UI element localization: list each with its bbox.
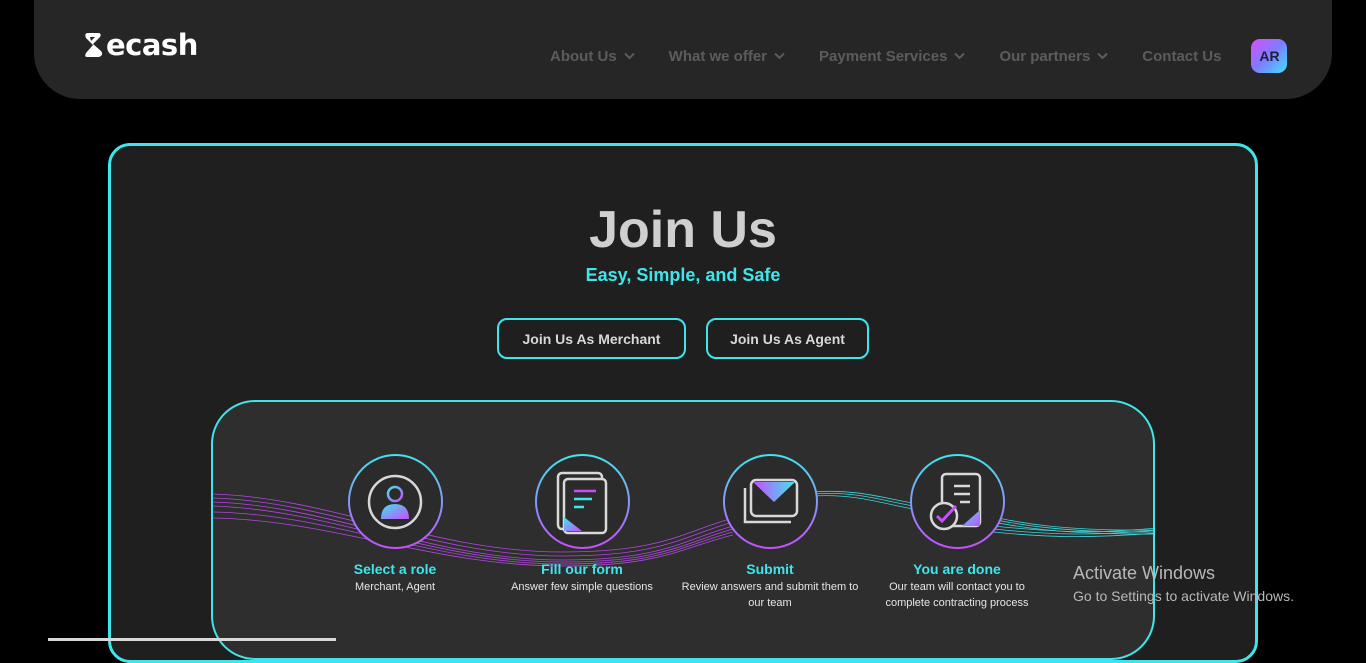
nav-payment-services[interactable]: Payment Services — [819, 47, 966, 65]
chevron-down-icon — [623, 52, 635, 60]
chevron-down-icon — [1097, 52, 1109, 60]
step-description: Review answers and submit them to our te… — [681, 581, 859, 609]
logo-text: ecash — [106, 28, 198, 62]
nav-label: Contact Us — [1142, 47, 1222, 65]
watermark-line1: Activate Windows — [1073, 563, 1216, 583]
chevron-down-icon — [774, 52, 785, 60]
step-title: You are done — [913, 561, 1001, 577]
join-agent-button[interactable]: Join Us As Agent — [706, 318, 869, 359]
steps-panel: Select a role Merchant, Agent Fill our f… — [211, 400, 1155, 660]
nav-contact-us[interactable]: Contact Us — [1142, 48, 1221, 65]
watermark-line2: Go to Settings to activate Windows. — [1073, 588, 1294, 604]
nav-label: Payment Services — [819, 47, 948, 65]
step-title: Select a role — [353, 561, 437, 577]
ecash-logo-mark-icon — [85, 33, 103, 57]
step-title: Submit — [746, 561, 794, 577]
step-submit: Submit Review answers and submit them to… — [680, 454, 860, 611]
step-icon-ring — [722, 454, 818, 549]
step-icon-ring — [909, 454, 1005, 549]
ecash-logo[interactable]: ecash — [84, 29, 198, 61]
chevron-down-icon — [954, 52, 966, 60]
top-navbar: ecash About Us What we offer Payment Ser… — [34, 0, 1332, 99]
page-subtitle: Easy, Simple, and Safe — [585, 265, 781, 285]
nav-label: About Us — [550, 47, 617, 65]
nav-label: Our partners — [999, 47, 1091, 65]
activate-windows-watermark: Activate Windows Go to Settings to activ… — [1073, 563, 1294, 604]
user-avatar[interactable]: AR — [1251, 39, 1288, 73]
step-description: Merchant, Agent — [354, 581, 436, 593]
join-merchant-button[interactable]: Join Us As Merchant — [497, 318, 686, 359]
nav-what-we-offer[interactable]: What we offer — [669, 48, 785, 65]
step-description: Answer few simple questions — [511, 581, 653, 593]
document-icon — [556, 471, 608, 534]
step-icon-ring — [347, 454, 443, 549]
page-title: Join Us — [589, 201, 777, 259]
envelope-icon — [743, 478, 799, 523]
step-title: Fill our form — [541, 561, 623, 577]
step-icon-ring — [534, 454, 630, 549]
checklist-icon — [929, 472, 982, 530]
nav-our-partners[interactable]: Our partners — [999, 47, 1109, 65]
user-icon — [367, 474, 423, 529]
nav-label: What we offer — [668, 47, 768, 65]
step-done: You are done Our team will contact you t… — [867, 454, 1047, 611]
step-select-role: Select a role Merchant, Agent — [305, 454, 485, 595]
step-fill-form: Fill our form Answer few simple question… — [492, 454, 672, 595]
main-nav: About Us What we offer Payment Services … — [550, 39, 1288, 73]
nav-about-us[interactable]: About Us — [550, 48, 635, 65]
step-description: Our team will contact you to complete co… — [885, 581, 1029, 609]
